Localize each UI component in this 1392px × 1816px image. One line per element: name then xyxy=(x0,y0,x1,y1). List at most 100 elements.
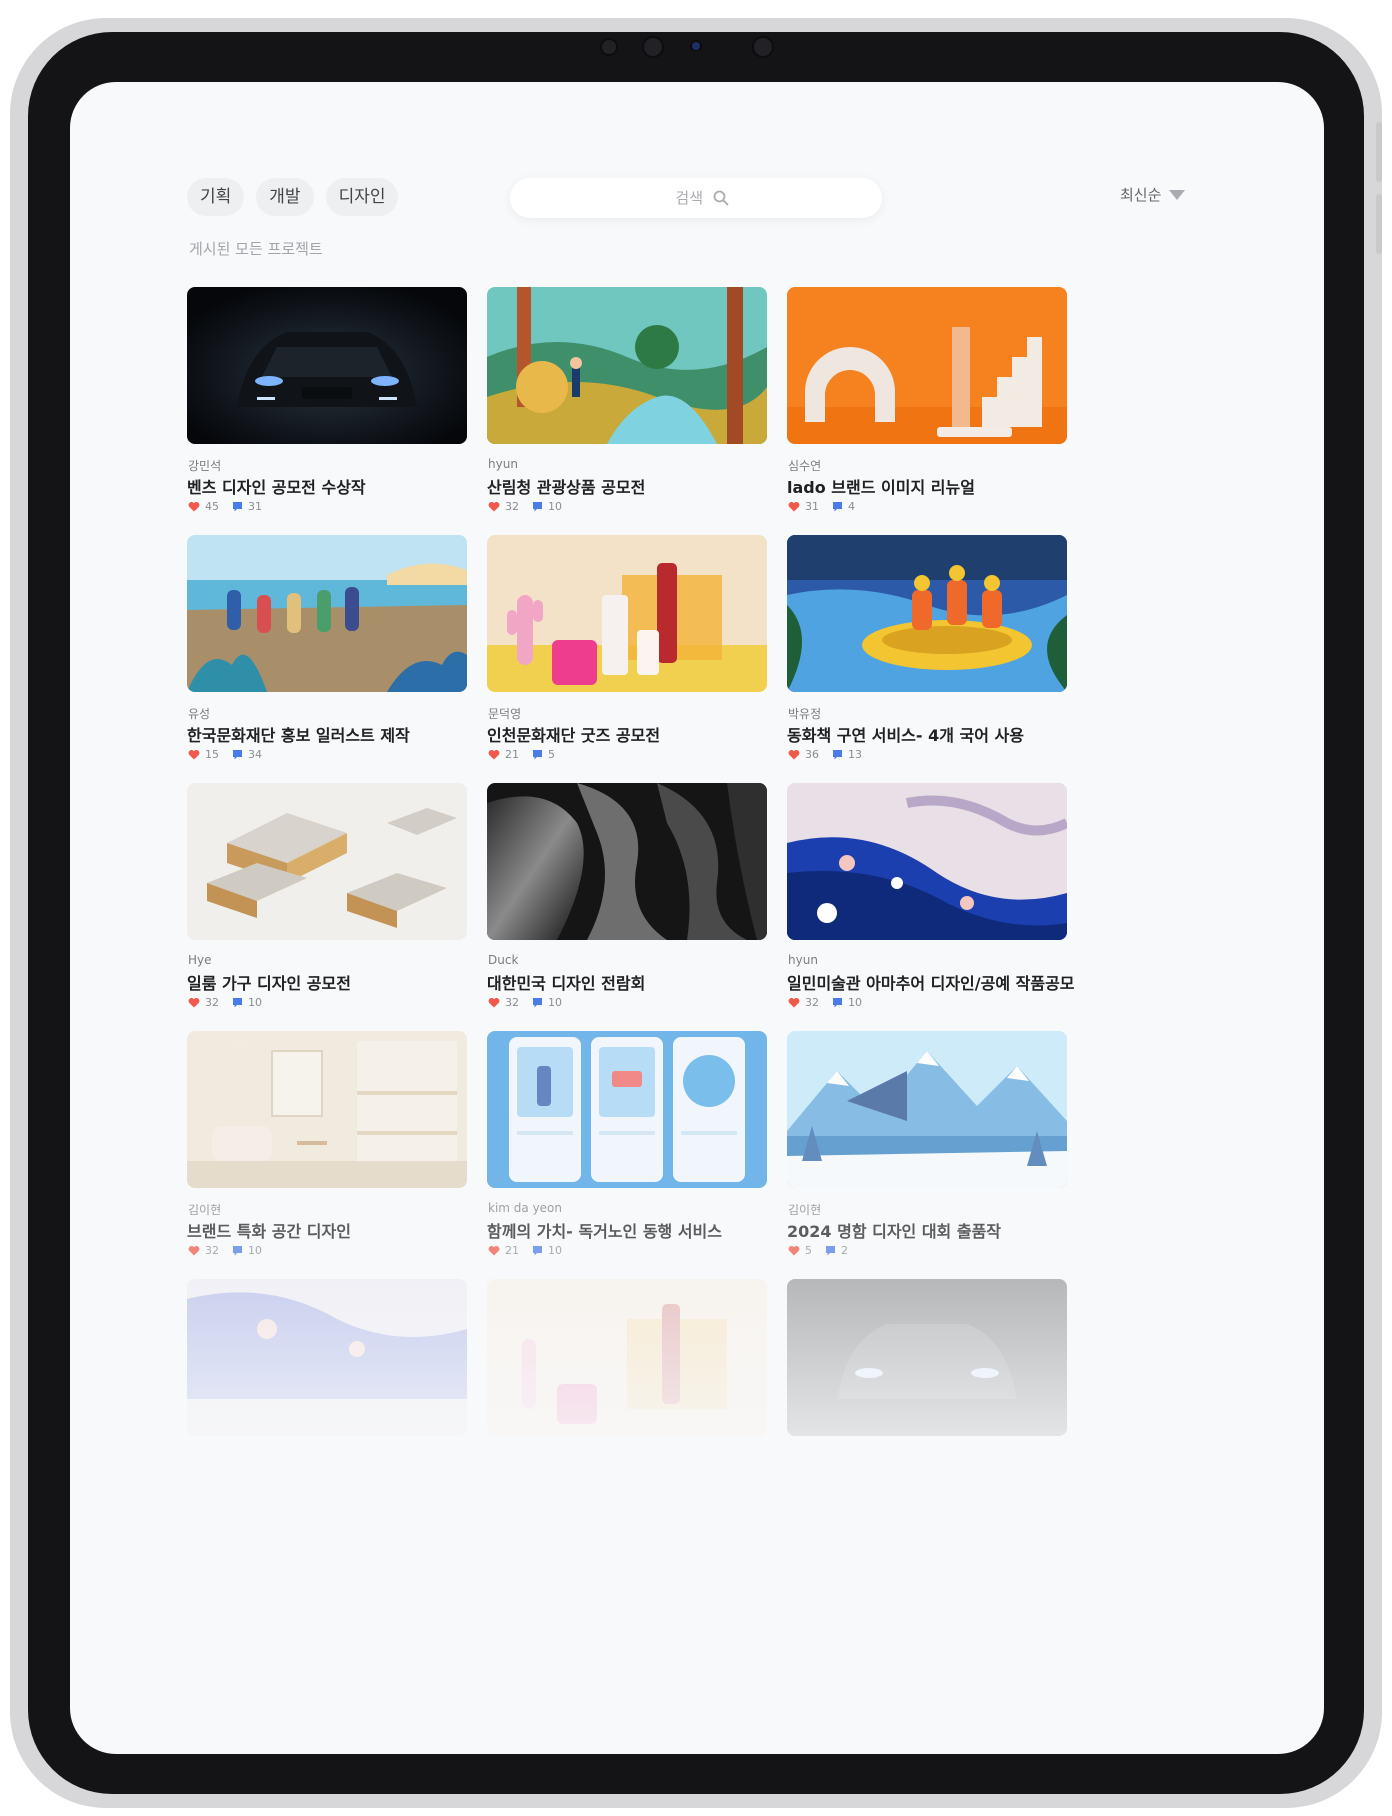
rafting-illustration xyxy=(787,535,1067,692)
project-thumbnail[interactable] xyxy=(487,287,767,444)
filter-chip-development[interactable]: 개발 xyxy=(256,178,314,216)
app-screen: 기획 개발 디자인 게시된 모든 프로젝트 최신순 xyxy=(70,82,1324,1754)
project-thumbnail[interactable] xyxy=(187,287,467,444)
project-card[interactable]: 강민석 벤츠 디자인 공모전 수상작 45 31 xyxy=(187,287,467,523)
like-count: 32 xyxy=(505,996,519,1009)
project-title[interactable]: 일룸 가구 디자인 공모전 xyxy=(187,970,351,994)
project-card[interactable]: Hye 일룸 가구 디자인 공모전 32 10 xyxy=(187,783,467,1019)
project-title[interactable]: 일민미술관 아마추어 디자인/공예 작품공모 xyxy=(787,970,1075,994)
project-thumbnail[interactable] xyxy=(787,1031,1067,1188)
project-card[interactable]: Duck 대한민국 디자인 전람회 32 10 xyxy=(487,783,767,1019)
comment-count: 4 xyxy=(848,500,855,513)
comment-icon[interactable] xyxy=(832,501,843,512)
project-stats: 31 4 xyxy=(788,500,868,513)
comment-count: 10 xyxy=(548,1244,562,1257)
project-thumbnail[interactable] xyxy=(187,1031,467,1188)
comment-icon[interactable] xyxy=(832,749,843,760)
project-stats: 32 10 xyxy=(188,1244,275,1257)
heart-icon[interactable] xyxy=(488,997,500,1008)
comment-count: 10 xyxy=(248,1244,262,1257)
heart-icon[interactable] xyxy=(488,501,500,512)
comment-icon[interactable] xyxy=(532,501,543,512)
project-card[interactable]: hyun 일민미술관 아마추어 디자인/공예 작품공모 32 10 xyxy=(787,783,1075,1019)
like-count: 32 xyxy=(205,1244,219,1257)
comment-icon[interactable] xyxy=(825,1245,836,1256)
front-camera xyxy=(642,36,664,58)
project-title[interactable]: 브랜드 특화 공간 디자인 xyxy=(187,1218,351,1242)
filter-chip-design[interactable]: 디자인 xyxy=(325,178,399,216)
comment-icon[interactable] xyxy=(832,997,843,1008)
project-title[interactable]: 한국문화재단 홍보 일러스트 제작 xyxy=(187,722,410,746)
comment-icon[interactable] xyxy=(532,997,543,1008)
heart-icon[interactable] xyxy=(188,997,200,1008)
heart-icon[interactable] xyxy=(788,1245,800,1256)
heart-icon[interactable] xyxy=(488,749,500,760)
project-card[interactable]: kim da yeon 함께의 가치- 독거노인 동행 서비스 21 10 xyxy=(487,1031,767,1267)
project-card[interactable]: 김이현 2024 명함 디자인 대회 출품작 5 2 xyxy=(787,1031,1067,1267)
comment-count: 34 xyxy=(248,748,262,761)
comment-icon[interactable] xyxy=(232,997,243,1008)
comment-icon[interactable] xyxy=(232,501,243,512)
sort-dropdown[interactable]: 최신순 xyxy=(1120,184,1186,205)
project-author: 유성 xyxy=(188,707,211,721)
project-title[interactable]: 인천문화재단 굿즈 공모전 xyxy=(487,722,660,746)
cactus-objects-image xyxy=(487,535,767,692)
beach-illustration xyxy=(187,535,467,692)
search-input[interactable] xyxy=(663,189,703,207)
search-icon[interactable] xyxy=(713,190,729,206)
project-author: hyun xyxy=(488,457,518,471)
project-thumbnail[interactable] xyxy=(487,783,767,940)
scroll-fade-overlay xyxy=(70,1262,1324,1492)
project-thumbnail[interactable] xyxy=(487,1031,767,1188)
project-thumbnail[interactable] xyxy=(187,535,467,692)
project-thumbnail[interactable] xyxy=(187,783,467,940)
project-card[interactable]: 김이현 브랜드 특화 공간 디자인 32 10 xyxy=(187,1031,467,1267)
project-thumbnail[interactable] xyxy=(787,287,1067,444)
heart-icon[interactable] xyxy=(788,501,800,512)
project-title[interactable]: 산림청 관광상품 공모전 xyxy=(487,474,645,498)
heart-icon[interactable] xyxy=(488,1245,500,1256)
project-thumbnail[interactable] xyxy=(487,535,767,692)
project-title[interactable]: 동화책 구연 서비스- 4개 국어 사용 xyxy=(787,722,1024,746)
comment-count: 10 xyxy=(548,500,562,513)
sofa-image xyxy=(187,783,467,940)
comment-icon[interactable] xyxy=(532,1245,543,1256)
project-title[interactable]: 벤츠 디자인 공모전 수상작 xyxy=(187,474,366,498)
like-count: 36 xyxy=(805,748,819,761)
search-bar[interactable] xyxy=(510,178,882,218)
heart-icon[interactable] xyxy=(188,749,200,760)
filter-chip-planning[interactable]: 기획 xyxy=(187,178,245,216)
like-count: 21 xyxy=(505,1244,519,1257)
heart-icon[interactable] xyxy=(788,997,800,1008)
like-count: 32 xyxy=(805,996,819,1009)
project-card[interactable]: 심수연 lado 브랜드 이미지 리뉴얼 31 4 xyxy=(787,287,1067,523)
project-stats: 5 2 xyxy=(788,1244,861,1257)
heart-icon[interactable] xyxy=(788,749,800,760)
project-thumbnail[interactable] xyxy=(787,535,1067,692)
project-thumbnail[interactable] xyxy=(787,783,1067,940)
camera-indicator xyxy=(690,40,702,52)
project-card[interactable]: 박유정 동화책 구연 서비스- 4개 국어 사용 36 13 xyxy=(787,535,1067,771)
comment-icon[interactable] xyxy=(232,1245,243,1256)
like-count: 5 xyxy=(805,1244,812,1257)
project-title[interactable]: 대한민국 디자인 전람회 xyxy=(487,970,645,994)
project-title[interactable]: lado 브랜드 이미지 리뉴얼 xyxy=(787,474,975,498)
project-title[interactable]: 2024 명함 디자인 대회 출품작 xyxy=(787,1218,1001,1242)
snowy-mountains-image xyxy=(787,1031,1067,1188)
project-author: kim da yeon xyxy=(488,1201,563,1215)
project-card[interactable]: 문덕영 인천문화재단 굿즈 공모전 21 5 xyxy=(487,535,767,771)
project-title[interactable]: 함께의 가치- 독거노인 동행 서비스 xyxy=(487,1218,722,1242)
comment-icon[interactable] xyxy=(532,749,543,760)
project-card[interactable]: hyun 산림청 관광상품 공모전 32 10 xyxy=(487,287,767,523)
heart-icon[interactable] xyxy=(188,1245,200,1256)
comment-count: 10 xyxy=(248,996,262,1009)
project-card[interactable]: 유성 한국문화재단 홍보 일러스트 제작 15 34 xyxy=(187,535,467,771)
project-author: Hye xyxy=(188,953,212,967)
heart-icon[interactable] xyxy=(188,501,200,512)
like-count: 21 xyxy=(505,748,519,761)
page-subtitle: 게시된 모든 프로젝트 xyxy=(189,240,323,258)
project-author: 강민석 xyxy=(188,459,222,473)
project-author: 심수연 xyxy=(788,459,822,473)
comment-icon[interactable] xyxy=(232,749,243,760)
comment-count: 2 xyxy=(841,1244,848,1257)
